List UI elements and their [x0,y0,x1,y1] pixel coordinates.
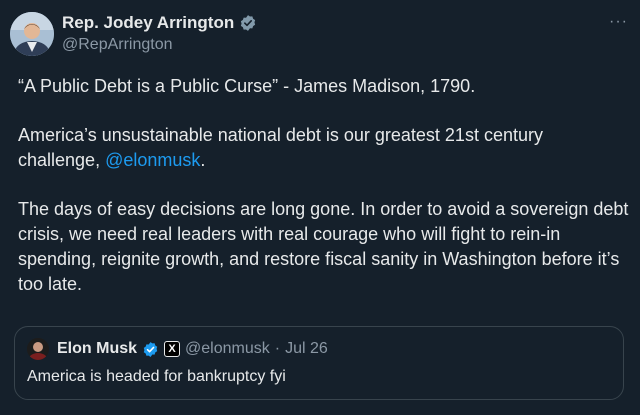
tweet-paragraph-2-text: America’s unsustainable national debt is… [18,125,543,170]
quoted-tweet-card[interactable]: Elon Musk X @elonmusk · Jul 26 America i… [14,326,624,400]
quoted-handle[interactable]: @elonmusk [185,340,270,358]
author-display-name[interactable]: Rep. Jodey Arrington [62,13,234,33]
tweet-paragraph-1: “A Public Debt is a Public Curse” - Jame… [18,76,476,96]
tweet-paragraph-2: America’s unsustainable national debt is… [18,123,630,173]
mention-link[interactable]: @elonmusk [105,150,200,170]
tweet-text: “A Public Debt is a Public Curse” - Jame… [18,74,630,297]
avatar-image [10,12,54,56]
quoted-verified-badge-icon [143,341,158,357]
tweet-paragraph-2-end: . [200,150,206,170]
quoted-tweet-text: America is headed for bankruptcy fyi [27,368,286,385]
verified-badge-icon [241,15,256,31]
x-affiliate-badge-icon: X [164,341,181,357]
author-name-row: Rep. Jodey Arrington [62,13,257,33]
quoted-separator: · [274,340,281,357]
tweet-paragraph-3: The days of easy decisions are long gone… [18,199,629,294]
quoted-date[interactable]: Jul 26 [285,340,328,358]
author-handle[interactable]: @RepArrington [62,36,173,54]
author-avatar[interactable] [10,12,54,56]
quoted-display-name[interactable]: Elon Musk [57,340,137,358]
more-options-button[interactable]: ··· [609,13,628,31]
quoted-avatar-image [27,338,49,360]
quoted-tweet-header: Elon Musk X @elonmusk · Jul 26 [27,338,328,360]
quoted-author-avatar[interactable] [27,338,49,360]
